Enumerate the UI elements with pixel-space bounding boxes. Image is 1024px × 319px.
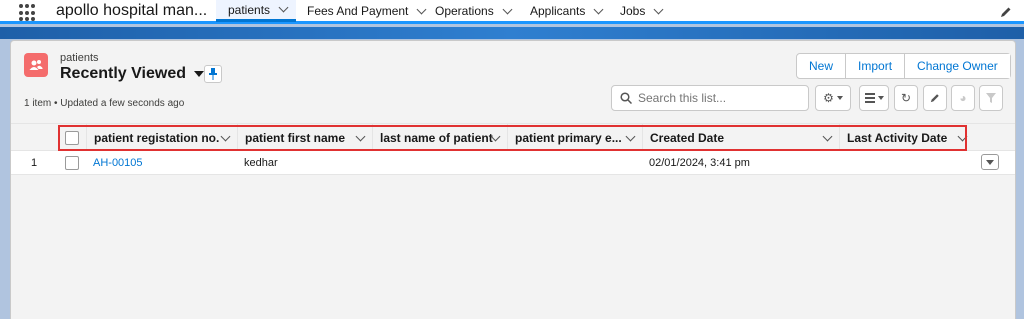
filter-button[interactable] <box>979 85 1003 111</box>
background-banner <box>0 27 1024 39</box>
column-label: patient primary e... <box>515 131 622 145</box>
nav-tab-label: Applicants <box>530 4 586 18</box>
chevron-down-icon[interactable] <box>625 131 636 142</box>
column-header-primary-email[interactable]: patient primary e... <box>507 124 642 152</box>
top-nav-bar: apollo hospital man... patients Fees And… <box>0 0 1024 24</box>
chevron-down-icon[interactable] <box>355 131 366 142</box>
nav-tab-label: Jobs <box>620 4 646 18</box>
nav-tab-label: Operations <box>435 4 494 18</box>
select-all-cell <box>58 124 87 152</box>
row-number: 1 <box>31 157 38 169</box>
nav-tab-fees-and-payment[interactable]: Fees And Payment <box>307 0 427 22</box>
object-label: patients <box>60 52 99 64</box>
app-name: apollo hospital man... <box>56 2 208 19</box>
first-name-cell: kedhar <box>244 157 278 169</box>
charts-button[interactable]: ◕ <box>951 85 975 111</box>
caret-down-icon <box>986 159 994 165</box>
column-label: Last Activity Date <box>847 131 948 145</box>
caret-down-icon[interactable] <box>193 71 204 77</box>
column-label: patient registation no. <box>94 131 220 145</box>
row-action-menu[interactable] <box>981 154 999 170</box>
nav-tab-label: Fees And Payment <box>307 4 409 18</box>
table-view-icon <box>864 93 875 103</box>
nav-tab-label: patients <box>228 2 271 17</box>
column-header-first-name[interactable]: patient first name <box>237 124 372 152</box>
edit-nav-pencil-icon[interactable] <box>1000 6 1012 18</box>
new-button[interactable]: New <box>797 54 846 78</box>
records-table: patient registation no. patient first na… <box>11 123 1015 175</box>
list-view-selector[interactable]: Recently Viewed <box>60 65 204 83</box>
chevron-down-icon[interactable] <box>502 4 513 14</box>
filter-icon <box>986 93 996 103</box>
app-launcher-icon[interactable] <box>19 4 37 22</box>
list-meta-info: 1 item • Updated a few seconds ago <box>24 98 185 109</box>
column-label: patient first name <box>245 131 346 145</box>
row-select-cell <box>65 151 79 175</box>
chevron-down-icon[interactable] <box>822 131 833 142</box>
list-view-title: Recently Viewed <box>60 65 186 82</box>
table-row: 1 AH-00105 kedhar 02/01/2024, 3:41 pm <box>11 151 1015 175</box>
table-header: patient registation no. patient first na… <box>11 123 1015 152</box>
search-icon <box>620 92 632 104</box>
created-date-cell: 02/01/2024, 3:41 pm <box>649 157 750 169</box>
nav-tab-jobs[interactable]: Jobs <box>620 0 664 22</box>
list-view-card: patients Recently Viewed 1 item • Update… <box>10 40 1016 319</box>
chevron-down-icon[interactable] <box>416 4 427 14</box>
column-header-created-date[interactable]: Created Date <box>642 124 839 152</box>
refresh-button[interactable]: ↻ <box>894 85 918 111</box>
nav-tab-patients[interactable]: patients <box>216 0 296 22</box>
select-all-checkbox[interactable] <box>65 131 79 145</box>
chevron-down-icon[interactable] <box>593 4 604 14</box>
action-button-group: New Import Change Owner <box>796 53 1011 79</box>
nav-tab-operations[interactable]: Operations <box>435 0 513 22</box>
chevron-down-icon[interactable] <box>278 2 289 13</box>
refresh-icon: ↻ <box>900 91 912 105</box>
chevron-down-icon[interactable] <box>653 4 664 14</box>
row-checkbox[interactable] <box>65 156 79 170</box>
search-box[interactable] <box>611 85 809 111</box>
chart-icon: ◕ <box>959 91 967 105</box>
display-as-button[interactable] <box>859 85 889 111</box>
column-label: last name of patient <box>380 131 493 145</box>
column-header-registration-no[interactable]: patient registation no. <box>86 124 237 152</box>
nav-tab-applicants[interactable]: Applicants <box>530 0 604 22</box>
list-settings-button[interactable]: ⚙ <box>815 85 851 111</box>
patients-object-icon <box>24 53 48 77</box>
search-input[interactable] <box>638 91 798 105</box>
caret-down-icon <box>877 96 884 100</box>
empty-list-area <box>11 175 1015 319</box>
registration-no-link[interactable]: AH-00105 <box>93 151 143 175</box>
chevron-down-icon[interactable] <box>220 131 231 142</box>
chevron-down-icon[interactable] <box>957 131 968 142</box>
import-button[interactable]: Import <box>845 54 905 78</box>
change-owner-button[interactable]: Change Owner <box>904 54 1010 78</box>
column-label: Created Date <box>650 131 725 145</box>
column-header-last-activity-date[interactable]: Last Activity Date <box>839 124 974 152</box>
caret-down-icon <box>836 96 843 100</box>
column-header-last-name[interactable]: last name of patient <box>372 124 507 152</box>
gear-icon: ⚙ <box>823 91 834 105</box>
inline-edit-button[interactable] <box>923 85 947 111</box>
pin-icon[interactable] <box>204 65 222 83</box>
pencil-icon <box>930 94 939 103</box>
